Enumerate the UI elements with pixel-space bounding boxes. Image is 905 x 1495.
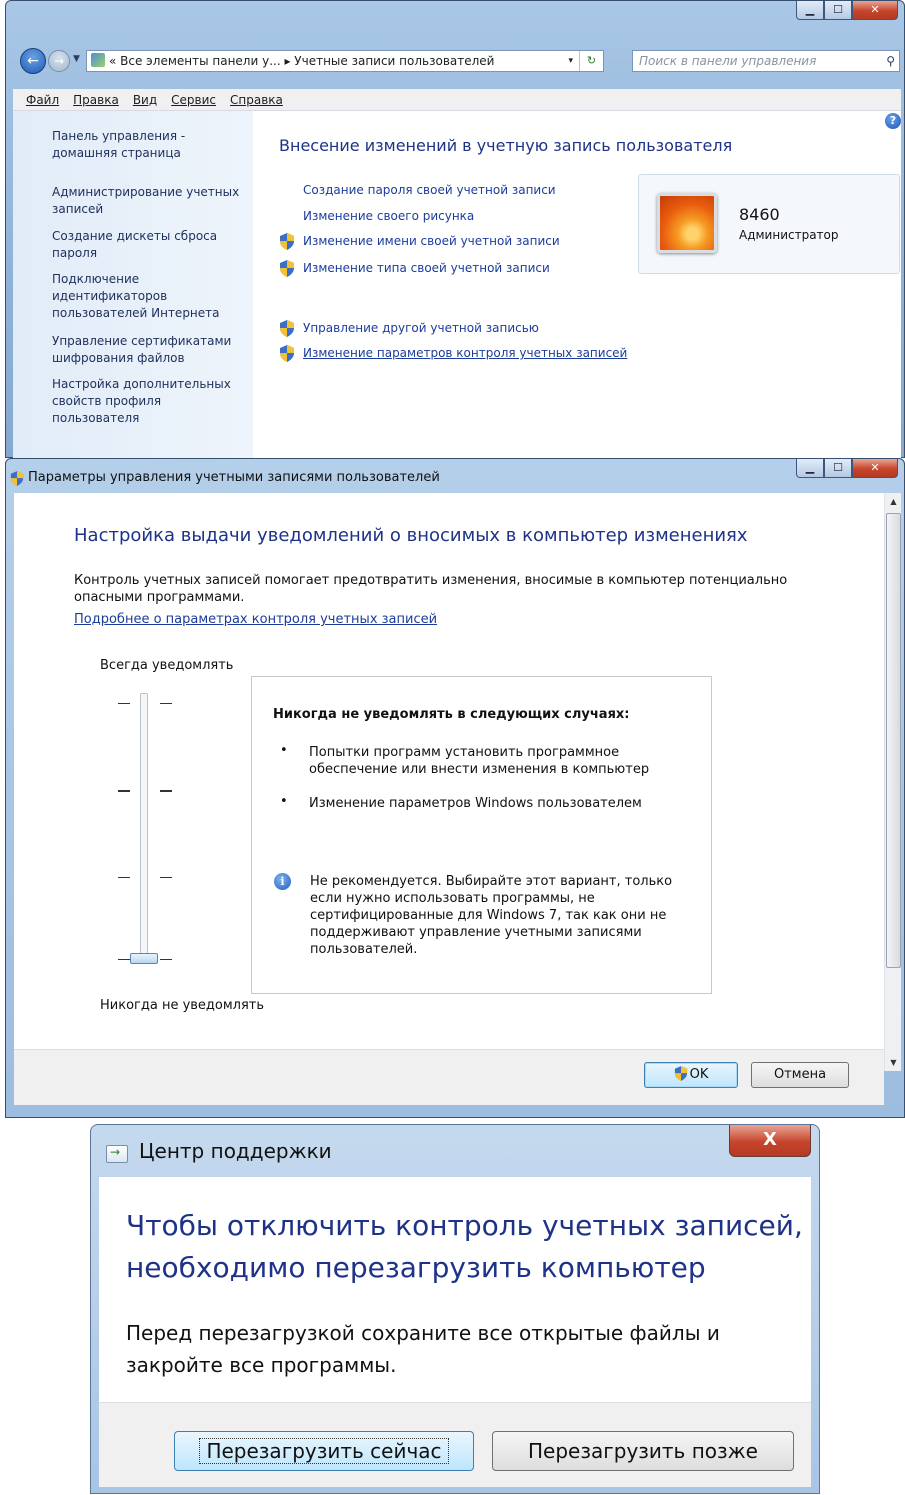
shield-icon (280, 260, 294, 277)
address-dropdown-icon[interactable]: ▾ (568, 51, 573, 71)
search-input[interactable]: Поиск в панели управления ⚲ (632, 50, 900, 72)
slider-bottom-label: Никогда не уведомлять (100, 998, 265, 1013)
slider-tick (160, 877, 172, 878)
sidebar-item-home[interactable]: Панель управления - домашняя страница (52, 128, 247, 162)
info-icon: i (274, 873, 291, 890)
user-name: 8460 (739, 205, 780, 224)
level-description-title: Никогда не уведомлять в следующих случая… (273, 707, 630, 722)
scroll-up-icon[interactable]: ▲ (885, 493, 902, 510)
uac-settings-window: Параметры управления учетными записями п… (5, 458, 905, 1118)
uac-more-info-link[interactable]: Подробнее о параметрах контроля учетных … (74, 612, 437, 627)
back-button[interactable]: ← (20, 48, 46, 74)
slider-tick (118, 790, 130, 792)
ok-button[interactable]: OK (644, 1062, 738, 1088)
close-button[interactable]: X (729, 1125, 811, 1157)
dialog-footer: OK Отмена (14, 1049, 884, 1105)
scrollbar-thumb[interactable] (886, 513, 901, 968)
sidebar-item-profile-properties[interactable]: Настройка дополнительных свойств профиля… (52, 376, 247, 427)
list-item: Изменение параметров Windows пользовател… (309, 796, 642, 811)
link-change-name[interactable]: Изменение имени своей учетной записи (303, 234, 560, 248)
dialog-heading: Чтобы отключить контроль учетных записей… (126, 1209, 803, 1284)
vertical-scrollbar[interactable]: ▲ ▼ (884, 493, 901, 1071)
menu-bar: Файл Правка Вид Сервис Справка (13, 89, 901, 111)
window-controls: ▁ ☐ ✕ (796, 459, 898, 481)
shield-icon (674, 1066, 687, 1081)
dialog-footer: Перезагрузить сейчас Перезагрузить позже (99, 1402, 811, 1487)
slider-top-label: Всегда уведомлять (100, 658, 234, 673)
control-panel-content: Панель управления - домашняя страница Ад… (13, 111, 901, 459)
restart-now-label: Перезагрузить сейчас (199, 1438, 449, 1464)
page-title: Внесение изменений в учетную запись поль… (279, 136, 733, 155)
sidebar-item-encryption-certs[interactable]: Управление сертификатами шифрования файл… (52, 333, 247, 367)
shield-icon (280, 345, 294, 362)
window-controls: ▁ ☐ ✕ (796, 1, 898, 23)
search-icon[interactable]: ⚲ (886, 51, 895, 71)
shield-icon (280, 233, 294, 250)
menu-edit[interactable]: Правка (66, 89, 126, 110)
control-panel-window: ▁ ☐ ✕ ← → ▼ « Все элементы панели у... ▸… (5, 0, 905, 459)
scroll-down-icon[interactable]: ▼ (885, 1054, 902, 1071)
slider-tick (118, 703, 130, 704)
link-create-password[interactable]: Создание пароля своей учетной записи (303, 183, 556, 197)
cancel-button[interactable]: Отмена (751, 1062, 849, 1088)
link-change-type[interactable]: Изменение типа своей учетной записи (303, 261, 550, 275)
address-text: « Все элементы панели у... ▸ Учетные зап… (109, 54, 495, 68)
ok-label: OK (689, 1067, 709, 1082)
close-button[interactable]: ✕ (852, 1, 898, 20)
slider-tick (160, 703, 172, 704)
minimize-button[interactable]: ▁ (796, 459, 824, 478)
control-panel-icon (91, 53, 105, 67)
slider-tick (118, 877, 130, 878)
sidebar-item-online-ids[interactable]: Подключение идентификаторов пользователе… (52, 271, 247, 322)
shield-icon (10, 471, 24, 486)
action-center-icon (106, 1145, 128, 1163)
user-account-card: 8460 Администратор (638, 174, 900, 274)
menu-help[interactable]: Справка (223, 89, 290, 110)
help-icon[interactable]: ? (885, 113, 901, 129)
sidebar-item-reset-disk[interactable]: Создание дискеты сброса пароля (52, 228, 247, 262)
navigation-bar: ← → ▼ « Все элементы панели у... ▸ Учетн… (12, 47, 900, 75)
menu-file[interactable]: Файл (19, 89, 66, 110)
slider-tick (118, 959, 130, 960)
uac-heading: Настройка выдачи уведомлений о вносимых … (74, 525, 748, 546)
shield-icon (280, 320, 294, 337)
menu-view[interactable]: Вид (126, 89, 164, 110)
bullet-icon: • (280, 743, 288, 758)
address-bar[interactable]: « Все элементы панели у... ▸ Учетные зап… (86, 50, 604, 72)
uac-description: Контроль учетных записей помогает предот… (74, 573, 788, 605)
close-button[interactable]: ✕ (852, 459, 898, 478)
avatar (657, 193, 717, 253)
warning-note: Не рекомендуется. Выбирайте этот вариант… (310, 874, 673, 957)
sidebar: Панель управления - домашняя страница Ад… (13, 111, 253, 459)
refresh-icon[interactable]: ↻ (579, 51, 603, 71)
dialog-message: Перед перезагрузкой сохраните все открыт… (126, 1321, 720, 1377)
notification-level-slider[interactable] (140, 693, 148, 963)
user-role: Администратор (739, 228, 839, 242)
link-uac-settings[interactable]: Изменение параметров контроля учетных за… (303, 346, 627, 360)
recent-pages-dropdown[interactable]: ▼ (73, 54, 80, 64)
uac-content: Настройка выдачи уведомлений о вносимых … (14, 493, 884, 1071)
action-center-dialog: Центр поддержки X Чтобы отключить контро… (90, 1124, 820, 1494)
slider-tick (160, 790, 172, 792)
link-manage-other-account[interactable]: Управление другой учетной записью (303, 321, 539, 335)
menu-tools[interactable]: Сервис (164, 89, 223, 110)
slider-tick (160, 959, 172, 960)
maximize-button[interactable]: ☐ (824, 459, 852, 478)
forward-button[interactable]: → (48, 50, 70, 72)
dialog-title: Центр поддержки (139, 1139, 332, 1163)
restart-now-button[interactable]: Перезагрузить сейчас (174, 1431, 474, 1471)
link-change-picture[interactable]: Изменение своего рисунка (303, 209, 474, 223)
list-item: Попытки программ установить программное … (309, 745, 650, 777)
dialog-body: Чтобы отключить контроль учетных записей… (99, 1177, 811, 1402)
restart-later-button[interactable]: Перезагрузить позже (492, 1431, 794, 1471)
search-placeholder: Поиск в панели управления (639, 54, 817, 68)
sidebar-item-account-admin[interactable]: Администрирование учетных записей (52, 184, 247, 218)
bullet-icon: • (280, 794, 288, 809)
window-title: Параметры управления учетными записями п… (28, 470, 440, 485)
minimize-button[interactable]: ▁ (796, 1, 824, 20)
slider-thumb[interactable] (130, 953, 158, 964)
maximize-button[interactable]: ☐ (824, 1, 852, 20)
level-description-box: Никогда не уведомлять в следующих случая… (251, 676, 712, 994)
